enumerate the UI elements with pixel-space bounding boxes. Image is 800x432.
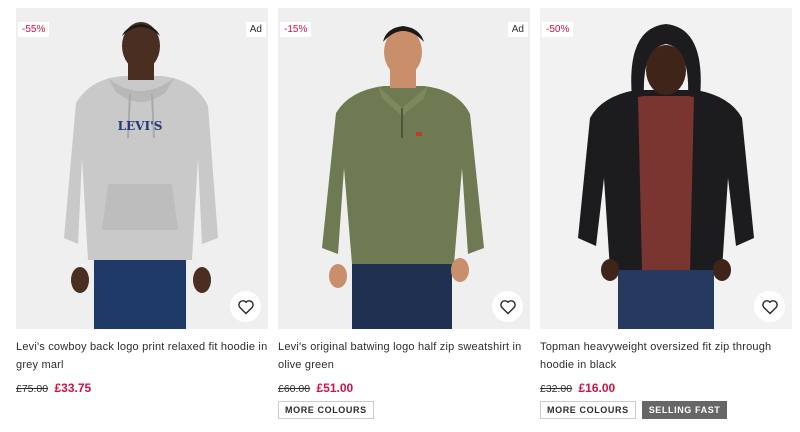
heart-icon — [237, 299, 254, 314]
save-for-later-button[interactable] — [230, 291, 261, 322]
product-tags: MORE COLOURS — [278, 401, 530, 419]
more-colours-tag[interactable]: MORE COLOURS — [540, 401, 636, 419]
product-price: £32.00 £16.00 — [540, 381, 792, 395]
sale-price: £51.00 — [316, 381, 354, 395]
model-photo-olive-sweatshirt — [278, 8, 530, 329]
model-photo-grey-hoodie: LEVI'S — [16, 8, 268, 329]
original-price: £75.00 — [16, 383, 49, 395]
product-card[interactable]: -50% Topman heavyweight oversized fit zi… — [540, 8, 792, 419]
model-photo-black-hoodie — [540, 8, 792, 329]
heart-icon — [761, 299, 778, 314]
product-grid: LEVI'S -55% Ad Levi's cowboy back logo p… — [0, 0, 800, 432]
ad-label: Ad — [245, 22, 266, 37]
product-title[interactable]: Levi's original batwing logo half zip sw… — [278, 338, 530, 374]
discount-badge: -15% — [280, 22, 312, 37]
product-card[interactable]: -15% Ad Levi's original batwing logo hal… — [278, 8, 530, 419]
more-colours-tag[interactable]: MORE COLOURS — [278, 401, 374, 419]
sale-price: £33.75 — [54, 381, 92, 395]
discount-badge: -55% — [18, 22, 50, 37]
product-image[interactable]: -50% — [540, 8, 792, 329]
product-price: £75.00 £33.75 — [16, 381, 268, 395]
original-price: £32.00 — [540, 383, 573, 395]
save-for-later-button[interactable] — [492, 291, 523, 322]
ad-label: Ad — [507, 22, 528, 37]
product-tags: MORE COLOURS SELLING FAST — [540, 401, 792, 419]
selling-fast-badge: SELLING FAST — [641, 401, 728, 419]
save-for-later-button[interactable] — [754, 291, 785, 322]
product-card[interactable]: LEVI'S -55% Ad Levi's cowboy back logo p… — [16, 8, 268, 395]
product-price: £60.00 £51.00 — [278, 381, 530, 395]
sale-price: £16.00 — [578, 381, 616, 395]
discount-badge: -50% — [542, 22, 574, 37]
product-title[interactable]: Levi's cowboy back logo print relaxed fi… — [16, 338, 268, 374]
product-image[interactable]: -15% Ad — [278, 8, 530, 329]
svg-text:LEVI'S: LEVI'S — [118, 119, 163, 133]
product-title[interactable]: Topman heavyweight oversized fit zip thr… — [540, 338, 792, 374]
original-price: £60.00 — [278, 383, 311, 395]
heart-icon — [499, 299, 516, 314]
product-image[interactable]: LEVI'S -55% Ad — [16, 8, 268, 329]
